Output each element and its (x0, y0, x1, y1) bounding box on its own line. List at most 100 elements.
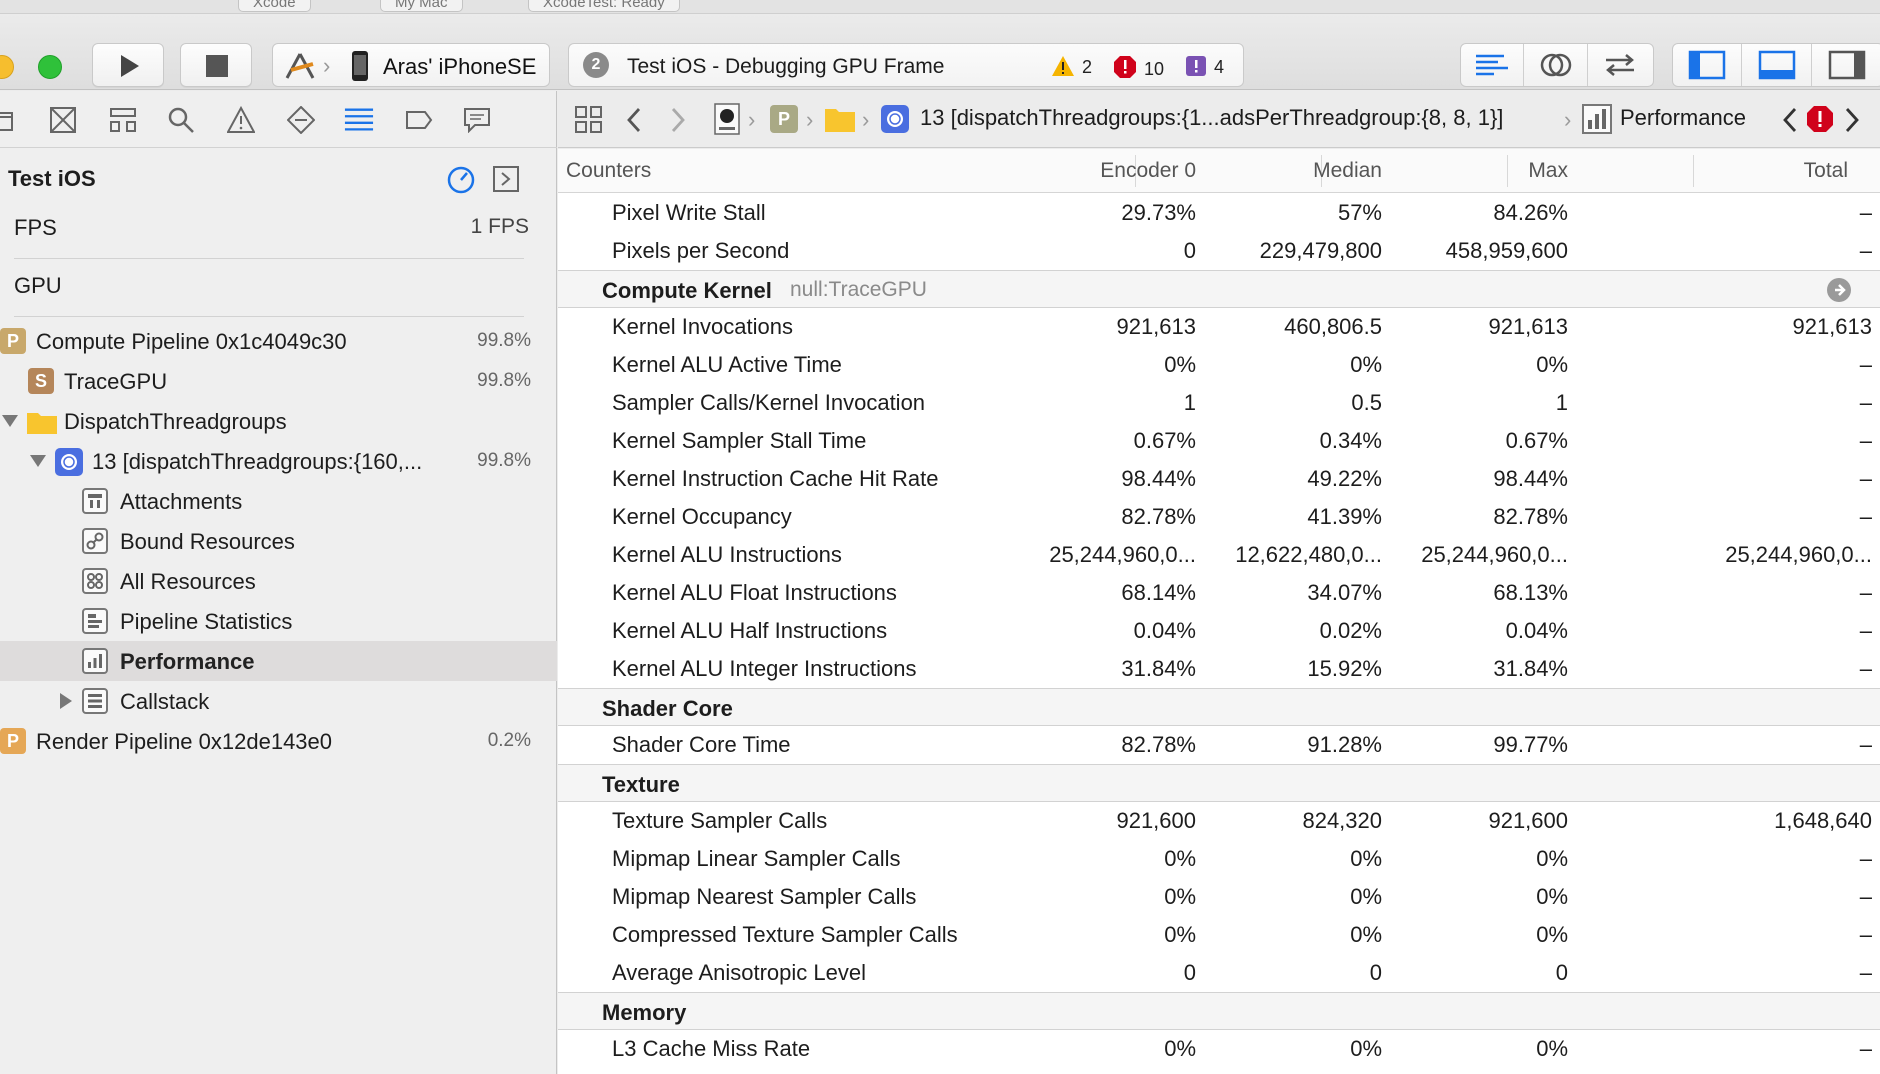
tab-my-mac[interactable]: My Mac (380, 0, 463, 12)
bar-chart-icon[interactable] (1582, 104, 1612, 134)
zoom-window-button[interactable] (38, 55, 62, 79)
folder-breadcrumb-icon[interactable] (824, 105, 856, 133)
stop-button[interactable] (180, 43, 252, 87)
table-row[interactable]: Pixels per Second 0 229,479,800 458,959,600… (558, 232, 1880, 270)
table-row[interactable]: Kernel Occupancy 82.78% 41.39% 82.78% – (558, 498, 1880, 536)
attachments-icon (82, 488, 108, 514)
tree-item-attachments[interactable]: Attachments (0, 481, 557, 521)
disclosure-triangle-icon[interactable] (60, 693, 72, 709)
report-navigator-tab[interactable] (462, 105, 492, 135)
errors-badge[interactable]: 10 (1113, 55, 1164, 80)
scheme-device-selector[interactable]: › Aras' iPhoneSE (272, 43, 550, 87)
tree-item-performance[interactable]: Performance (0, 641, 557, 681)
column-header-max[interactable]: Max (1528, 159, 1568, 183)
tree-item-compute-pipeline[interactable]: P Compute Pipeline 0x1c4049c30 99.8% (0, 321, 557, 361)
table-row[interactable]: Kernel ALU Float Instructions 68.14% 34.07… (558, 574, 1880, 612)
related-items-grid-icon[interactable] (574, 105, 604, 135)
table-row[interactable]: L3 Cache Miss Rate 0% 0% 0% – (558, 1030, 1880, 1068)
section-header[interactable]: Memory (558, 992, 1880, 1030)
encoder-value: 0% (1164, 846, 1196, 871)
error-icon[interactable] (1806, 105, 1834, 133)
compute-call-icon[interactable] (880, 104, 910, 134)
tree-item-callstack[interactable]: Callstack (0, 681, 557, 721)
column-header-counters[interactable]: Counters (566, 159, 651, 183)
minimize-window-button[interactable] (0, 55, 14, 79)
median-value: 0.02% (1319, 618, 1382, 643)
disclosure-triangle-icon[interactable] (30, 455, 46, 467)
disclosure-triangle-icon[interactable] (2, 415, 18, 427)
toggle-navigator-button[interactable] (1673, 44, 1743, 86)
table-row[interactable]: Kernel ALU Integer Instructions 31.84% 15.… (558, 650, 1880, 688)
table-row[interactable]: Pixel Write Stall 29.73% 57% 84.26% – (558, 194, 1880, 232)
assistant-editor-button[interactable] (1524, 44, 1588, 86)
warnings-badge[interactable]: 2 (1051, 55, 1092, 78)
column-header-encoder[interactable]: Encoder 0 (1100, 159, 1196, 183)
pipeline-breadcrumb-icon[interactable]: P (770, 105, 798, 133)
console-toggle-icon[interactable] (492, 165, 520, 193)
tree-item-dispatch-threadgroups[interactable]: DispatchThreadgroups (0, 401, 557, 441)
forward-chevron-icon[interactable] (668, 106, 688, 134)
gpu-gauge-row[interactable]: GPU (0, 265, 557, 305)
table-row[interactable]: Compressed Texture Sampler Calls 0% 0% 0% – (558, 916, 1880, 954)
issues-badge[interactable]: 4 (1185, 55, 1224, 78)
total-value: – (1859, 390, 1872, 415)
breakpoint-icon (406, 111, 433, 129)
activity-viewer[interactable]: 2 Test iOS - Debugging GPU Frame 2 10 4 (568, 43, 1244, 87)
left-panel-icon (1688, 50, 1726, 80)
column-header-median[interactable]: Median (1313, 159, 1382, 183)
table-row[interactable]: Average Anisotropic Level 0 0 0 – (558, 954, 1880, 992)
next-issue-icon[interactable] (1842, 106, 1862, 134)
issue-navigator-tab[interactable] (226, 105, 256, 135)
column-header-total[interactable]: Total (1804, 159, 1848, 183)
table-row[interactable]: Texture Sampler Calls 921,600 824,320 921,6… (558, 802, 1880, 840)
source-control-navigator-tab[interactable] (48, 105, 78, 135)
breadcrumb-performance[interactable]: Performance (1620, 105, 1746, 131)
encoder-value: 98.44% (1121, 466, 1196, 491)
table-row[interactable]: Kernel Sampler Stall Time 0.67% 0.34% 0.67%… (558, 422, 1880, 460)
table-row[interactable]: Kernel ALU Half Instructions 0.04% 0.02% 0.… (558, 612, 1880, 650)
back-chevron-icon[interactable] (624, 106, 644, 134)
breakpoint-navigator-tab[interactable] (404, 105, 434, 135)
table-row[interactable]: Sampler Calls/Kernel Invocation 1 0.5 1 – (558, 384, 1880, 422)
encoder-value: 0% (1164, 922, 1196, 947)
tab-xcode[interactable]: Xcode (238, 0, 311, 12)
tree-item-bound-resources[interactable]: Bound Resources (0, 521, 557, 561)
project-navigator-tab[interactable] (0, 105, 16, 135)
debug-navigator-tab[interactable] (344, 105, 374, 135)
toggle-inspector-button[interactable] (1812, 44, 1880, 86)
previous-issue-icon[interactable] (1780, 106, 1800, 134)
tree-item-pipeline-statistics[interactable]: Pipeline Statistics (0, 601, 557, 641)
toggle-debug-area-button[interactable] (1742, 44, 1812, 86)
table-row[interactable]: Shader Core Time 82.78% 91.28% 99.77% – (558, 726, 1880, 764)
tree-item-render-pipeline[interactable]: P Render Pipeline 0x12de143e0 0.2% (0, 721, 557, 761)
symbol-navigator-tab[interactable] (108, 105, 138, 135)
trace-document-icon[interactable] (714, 103, 740, 135)
breadcrumb-dispatch-call[interactable]: 13 [dispatchThreadgroups:{1...adsPerThre… (920, 105, 1503, 131)
tree-item-dispatch-call[interactable]: 13 [dispatchThreadgroups:{160,... 99.8% (0, 441, 557, 481)
section-header[interactable]: Shader Core (558, 688, 1880, 726)
gauge-icon[interactable] (446, 165, 476, 195)
go-to-arrow-icon[interactable] (1826, 277, 1852, 303)
table-row[interactable]: Kernel ALU Instructions 25,244,960,0... 12… (558, 536, 1880, 574)
find-navigator-tab[interactable] (166, 105, 196, 135)
section-header[interactable]: Compute Kernel null:TraceGPU (558, 270, 1880, 308)
table-row[interactable]: Kernel Invocations 921,613 460,806.5 921,61… (558, 308, 1880, 346)
encoder-value: 0.04% (1133, 618, 1196, 643)
table-row[interactable]: Mipmap Nearest Sampler Calls 0% 0% 0% – (558, 878, 1880, 916)
section-header[interactable]: Texture (558, 764, 1880, 802)
test-navigator-tab[interactable] (286, 105, 316, 135)
table-row[interactable]: Kernel ALU Active Time 0% 0% 0% – (558, 346, 1880, 384)
tab-status[interactable]: XcodeTest: Ready (528, 0, 680, 12)
tree-item-all-resources[interactable]: All Resources (0, 561, 557, 601)
run-button[interactable] (92, 43, 164, 87)
total-value: – (1859, 1036, 1872, 1061)
version-editor-button[interactable] (1588, 44, 1653, 86)
fps-gauge-row[interactable]: FPS 1 FPS (0, 207, 557, 247)
total-value: – (1859, 580, 1872, 605)
standard-editor-button[interactable] (1461, 44, 1525, 86)
table-row[interactable]: Mipmap Linear Sampler Calls 0% 0% 0% – (558, 840, 1880, 878)
jump-bar: › P › › 13 [dispatchThreadgroups:{1...ad… (558, 91, 1880, 148)
counter-name: Kernel ALU Half Instructions (612, 618, 888, 643)
table-row[interactable]: Kernel Instruction Cache Hit Rate 98.44% 4… (558, 460, 1880, 498)
tree-item-tracegpu[interactable]: S TraceGPU 99.8% (0, 361, 557, 401)
